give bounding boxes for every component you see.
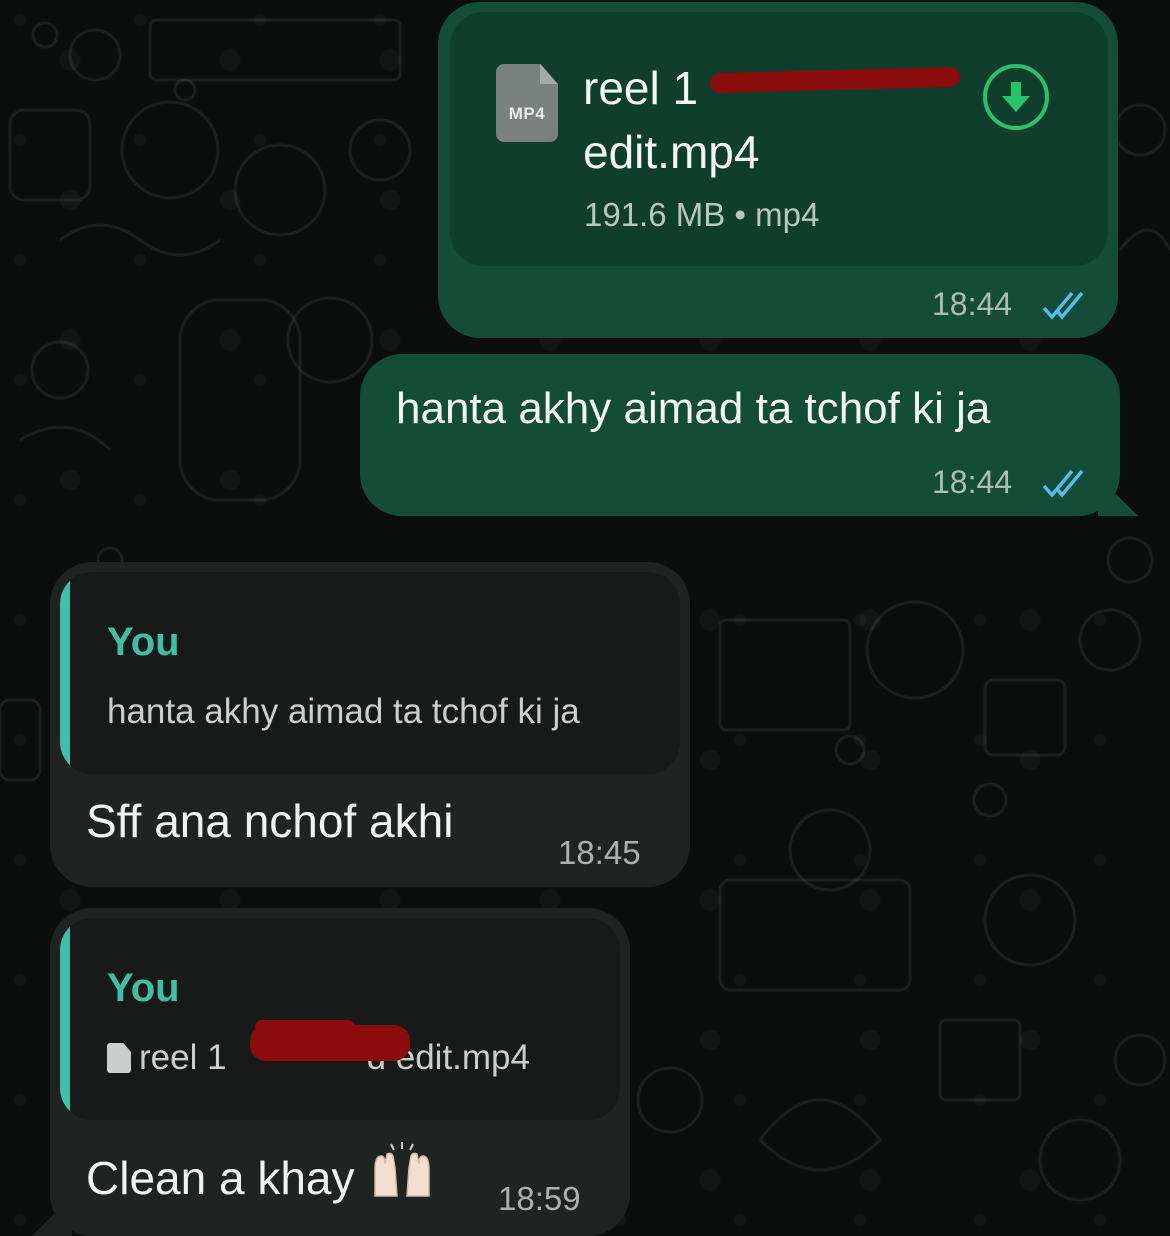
message-time: 18:44 (932, 464, 1013, 500)
file-message-bubble[interactable]: MP4 reel 1 edit.mp4 191.6 MB • mp4 18:44 (438, 2, 1118, 338)
message-time: 18:44 (932, 286, 1013, 322)
quote-text: hanta akhy aimad ta tchof ki ja (107, 692, 580, 731)
message-text-content: Clean a khay (86, 1152, 355, 1204)
file-attachment-card[interactable]: MP4 reel 1 edit.mp4 191.6 MB • mp4 (450, 12, 1108, 266)
raising-hands-emoji (373, 1142, 430, 1197)
incoming-reply-bubble[interactable]: You reel 1d edit.mp4 Clean a khay 18:59 (32, 908, 630, 1236)
incoming-reply-bubble[interactable]: You hanta akhy aimad ta tchof ki ja Sff … (50, 562, 690, 887)
file-extension-label: MP4 (508, 104, 546, 123)
quote-author: You (107, 620, 180, 664)
download-arrow-icon (1002, 82, 1030, 112)
message-time: 18:45 (558, 834, 641, 871)
chat-view[interactable]: MP4 reel 1 edit.mp4 191.6 MB • mp4 18:44… (0, 0, 1170, 1236)
quoted-message[interactable]: You reel 1d edit.mp4 (60, 918, 620, 1120)
video-file-icon (496, 64, 558, 142)
quote-author: You (107, 966, 180, 1010)
message-text: hanta akhy aimad ta tchof ki ja (396, 384, 991, 433)
double-check-read-icon (1042, 469, 1084, 498)
download-button[interactable] (983, 64, 1049, 130)
document-icon (107, 1043, 131, 1073)
quoted-message[interactable]: You hanta akhy aimad ta tchof ki ja (60, 572, 680, 774)
message-text: Sff ana nchof akhi (86, 795, 454, 847)
quote-file-start: reel 1 (139, 1038, 227, 1077)
file-size-type: 191.6 MB • mp4 (584, 196, 820, 233)
quote-accent-bar (60, 572, 70, 774)
file-name-line2: edit.mp4 (583, 126, 760, 178)
message-text: Clean a khay (86, 1140, 435, 1205)
message-time: 18:59 (498, 1180, 581, 1217)
text-message-bubble[interactable]: hanta akhy aimad ta tchof ki ja 18:44 (360, 354, 1138, 516)
double-check-read-icon (1042, 291, 1084, 320)
quote-accent-bar (60, 918, 70, 1120)
redaction-mark (250, 1025, 410, 1061)
